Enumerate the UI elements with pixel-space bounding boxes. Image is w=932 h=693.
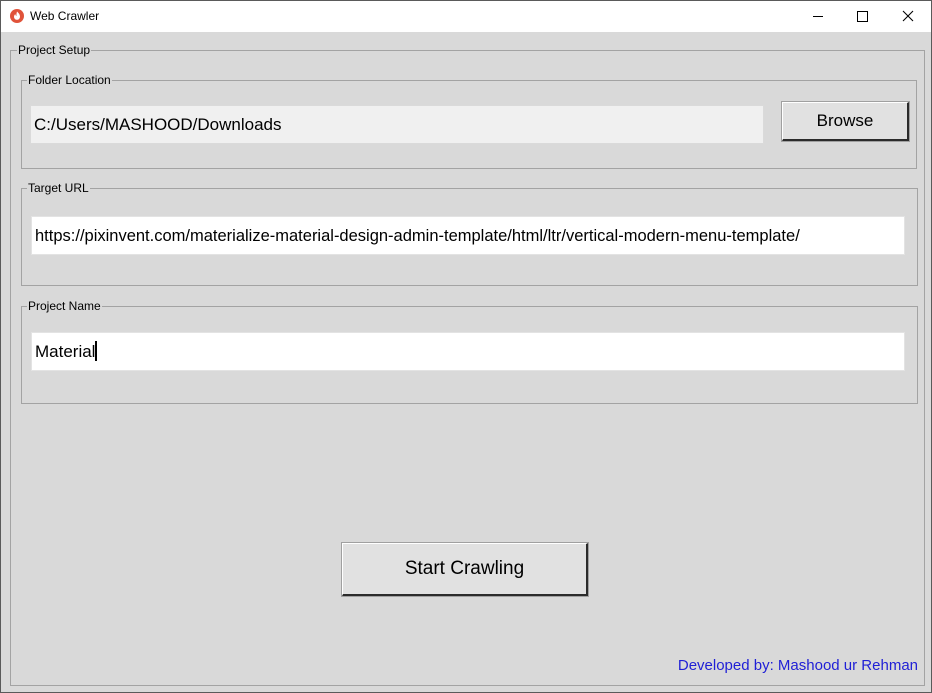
maximize-icon <box>857 11 868 22</box>
maximize-button[interactable] <box>841 1 887 32</box>
start-crawling-button[interactable]: Start Crawling <box>341 542 589 597</box>
target-url-input[interactable]: https://pixinvent.com/materialize-materi… <box>31 216 905 255</box>
project-name-value: Material <box>35 342 96 361</box>
app-window: Web Crawler Project Setup Folder Locatio… <box>0 0 932 693</box>
close-button[interactable] <box>885 1 931 32</box>
minimize-icon <box>813 16 823 17</box>
flame-app-icon <box>10 9 24 23</box>
developer-credit: Developed by: Mashood ur Rehman <box>677 657 918 674</box>
title-bar[interactable]: Web Crawler <box>1 1 931 32</box>
close-icon <box>902 10 914 22</box>
project-name-label: Project Name <box>27 298 102 314</box>
folder-location-field[interactable]: C:/Users/MASHOOD/Downloads <box>30 105 764 144</box>
text-caret <box>95 341 98 361</box>
window-title: Web Crawler <box>30 9 100 23</box>
folder-location-label: Folder Location <box>27 72 112 88</box>
minimize-button[interactable] <box>795 1 841 32</box>
project-setup-label: Project Setup <box>17 42 92 58</box>
browse-button[interactable]: Browse <box>781 101 910 142</box>
target-url-label: Target URL <box>27 180 90 196</box>
project-name-input[interactable]: Material <box>31 332 905 371</box>
